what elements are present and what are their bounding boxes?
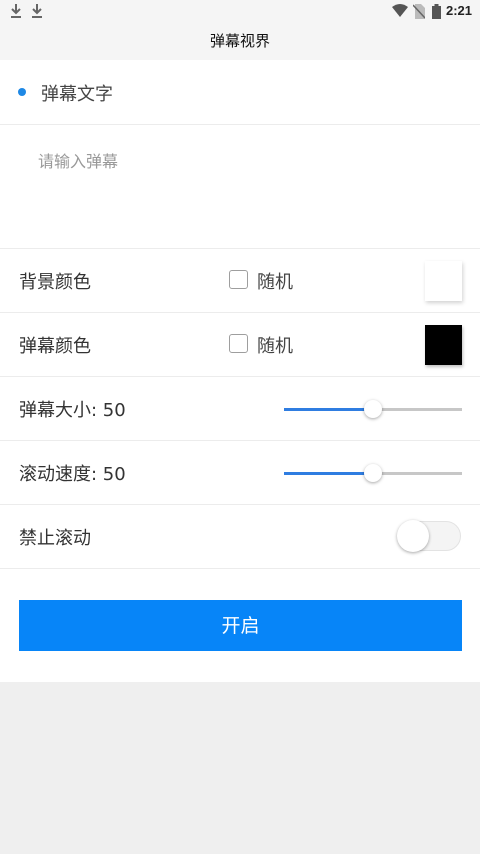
start-button[interactable]: 开启 xyxy=(19,600,462,651)
size-row: 弹幕大小: 50 xyxy=(0,377,480,441)
toggle-knob xyxy=(397,520,429,552)
stop-scroll-toggle[interactable] xyxy=(397,519,462,553)
battery-icon xyxy=(432,4,441,19)
text-color-label: 弹幕颜色 xyxy=(19,336,91,357)
speed-label: 滚动速度: 50 xyxy=(19,464,126,485)
speed-slider-fill xyxy=(284,472,373,475)
bg-color-row: 背景颜色 随机 xyxy=(0,249,480,313)
stop-scroll-row: 禁止滚动 xyxy=(0,505,480,569)
text-color-row: 弹幕颜色 随机 xyxy=(0,313,480,377)
no-sim-icon xyxy=(413,4,425,19)
text-color-swatch[interactable] xyxy=(425,325,462,365)
size-slider-fill xyxy=(284,408,373,411)
speed-slider-thumb[interactable] xyxy=(364,464,382,482)
size-slider[interactable] xyxy=(284,399,462,419)
download-icon xyxy=(11,4,21,18)
size-label: 弹幕大小: 50 xyxy=(19,400,126,421)
bg-color-swatch[interactable] xyxy=(425,261,462,301)
main-content: 弹幕文字 请输入弹幕 背景颜色 随机 弹幕颜色 随机 弹幕大小: 50 滚动速度… xyxy=(0,60,480,682)
danmaku-text-input[interactable]: 请输入弹幕 xyxy=(0,125,480,249)
bullet-dot-icon xyxy=(18,88,26,96)
bg-color-random-checkbox[interactable] xyxy=(229,270,248,289)
page-title: 弹幕视界 xyxy=(0,24,480,60)
stop-scroll-label: 禁止滚动 xyxy=(19,528,91,549)
size-slider-thumb[interactable] xyxy=(364,400,382,418)
bg-color-label: 背景颜色 xyxy=(19,272,91,293)
text-color-random-checkbox[interactable] xyxy=(229,334,248,353)
wifi-icon xyxy=(392,4,408,17)
section-title: 弹幕文字 xyxy=(41,84,113,105)
section-header: 弹幕文字 xyxy=(0,60,480,125)
text-color-random-label[interactable]: 随机 xyxy=(257,332,293,358)
speed-row: 滚动速度: 50 xyxy=(0,441,480,505)
status-bar: 2:21 xyxy=(0,0,480,24)
clock: 2:21 xyxy=(445,3,472,18)
download-icon xyxy=(32,4,42,18)
danmaku-input-placeholder: 请输入弹幕 xyxy=(38,152,119,171)
speed-slider[interactable] xyxy=(284,463,462,483)
bg-color-random-label[interactable]: 随机 xyxy=(257,268,293,294)
